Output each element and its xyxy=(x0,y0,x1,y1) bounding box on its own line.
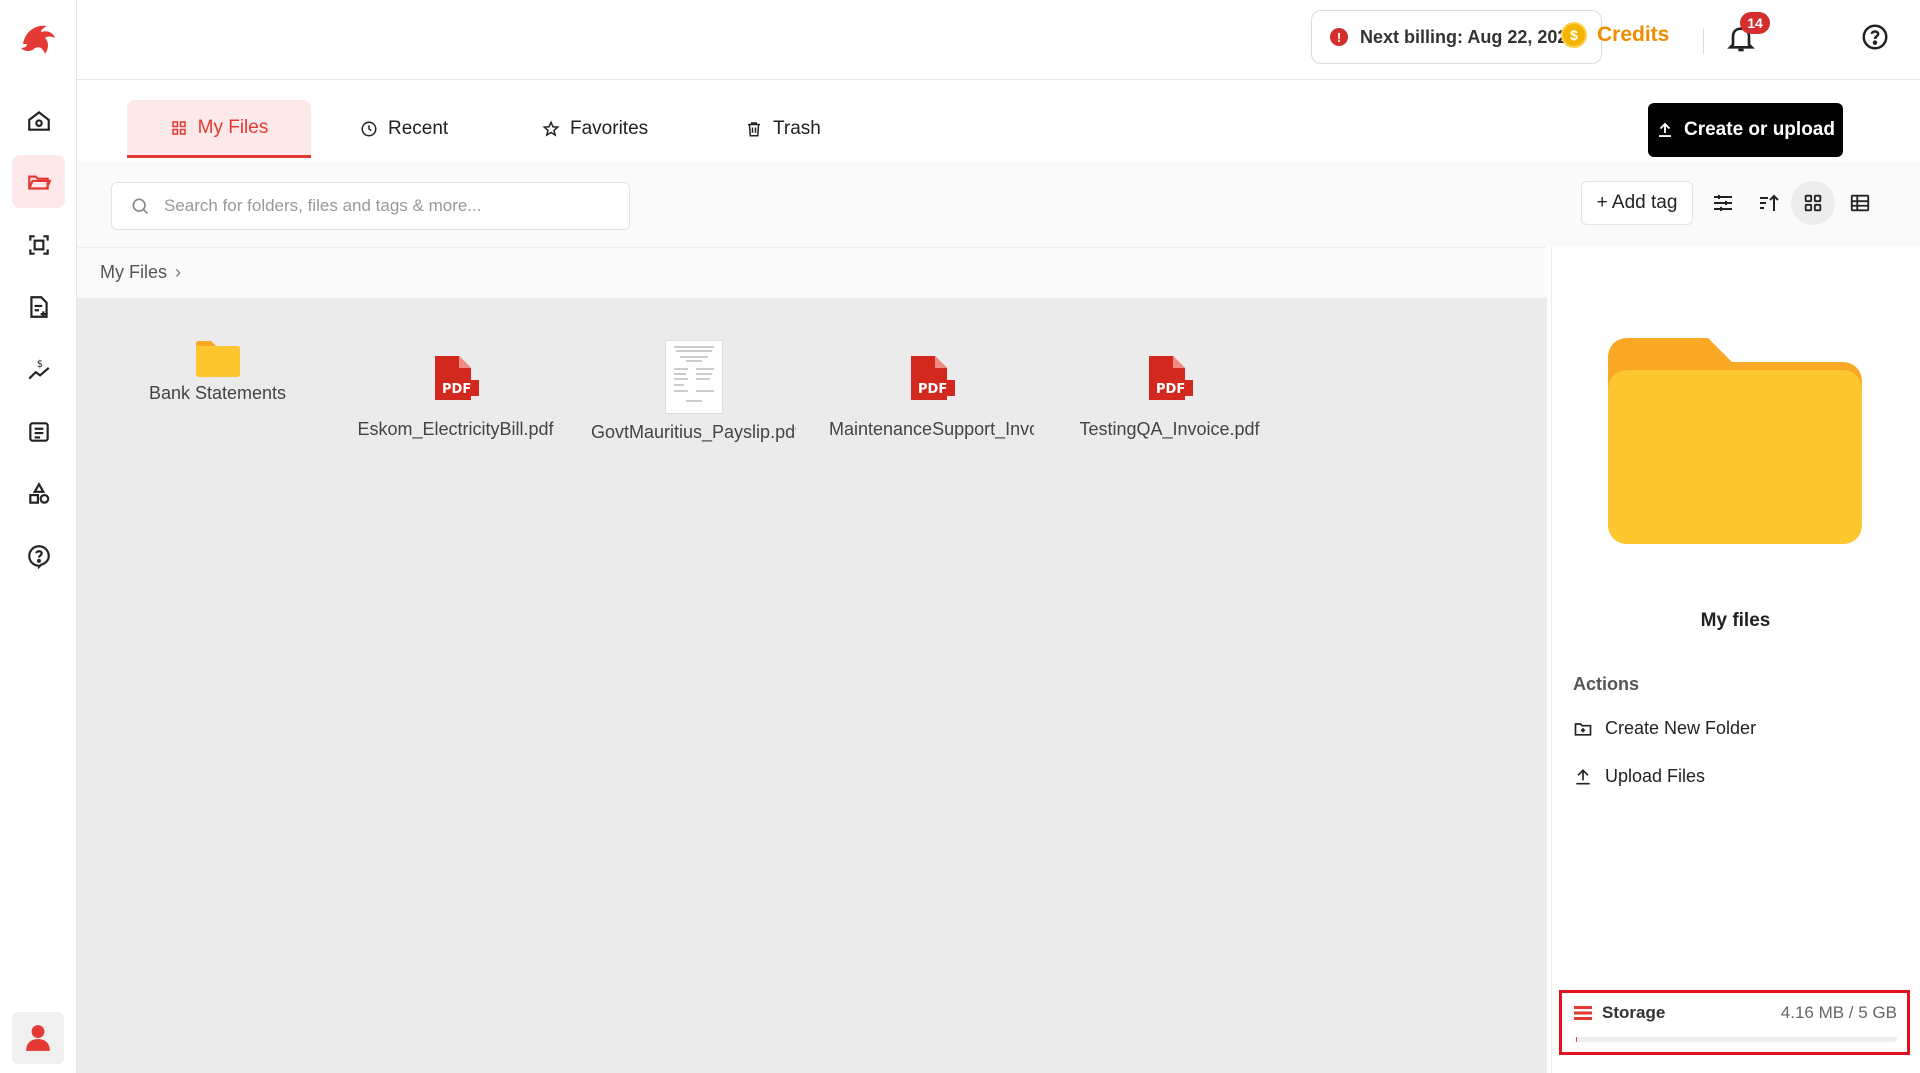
storage-progress-fill xyxy=(1576,1037,1577,1042)
sort-icon[interactable] xyxy=(1752,186,1786,220)
breadcrumb-separator: › xyxy=(175,262,181,282)
billing-notice[interactable]: ! Next billing: Aug 22, 2026 xyxy=(1311,10,1602,64)
file-name: TestingQA_Invoice.pdf xyxy=(1079,419,1260,439)
star-icon xyxy=(542,120,560,137)
file-name: MaintenanceSupport_Invoice.pdf xyxy=(829,419,1034,439)
file-item-pdf[interactable]: PDF MaintenanceSupport_Invoice.pdf xyxy=(829,354,1034,440)
grid-icon xyxy=(171,120,186,135)
nav-document-add-icon[interactable] xyxy=(12,280,65,333)
app-logo-icon[interactable] xyxy=(17,18,59,60)
nav-scan-icon[interactable] xyxy=(12,218,65,271)
storage-label: Storage xyxy=(1602,1003,1666,1022)
nav-files-icon[interactable] xyxy=(12,155,65,208)
breadcrumb-bar xyxy=(77,247,1547,298)
credits-button[interactable]: $ Credits xyxy=(1561,22,1669,48)
create-new-folder-action[interactable]: Create New Folder xyxy=(1573,718,1756,739)
svg-text:PDF: PDF xyxy=(1156,382,1185,397)
file-name: Eskom_ElectricityBill.pdf xyxy=(357,419,554,439)
folder-add-icon xyxy=(1574,722,1592,736)
payslip-preview-icon xyxy=(673,346,714,402)
breadcrumb-my-files[interactable]: My Files xyxy=(100,262,167,283)
folder-icon xyxy=(195,341,240,377)
nav-home-icon[interactable] xyxy=(12,94,65,147)
storage-indicator[interactable]: Storage 4.16 MB / 5 GB xyxy=(1559,990,1910,1055)
file-name: Bank Statements xyxy=(148,383,287,403)
notification-badge: 14 xyxy=(1740,12,1770,34)
file-item-pdf[interactable]: PDF Eskom_ElectricityBill.pdf xyxy=(353,354,558,440)
pdf-icon: PDF xyxy=(910,356,955,400)
coin-icon: $ xyxy=(1561,22,1587,48)
clock-icon xyxy=(361,121,377,137)
alert-icon: ! xyxy=(1330,28,1348,46)
search-box[interactable] xyxy=(111,182,630,230)
large-folder-icon xyxy=(1608,338,1862,544)
help-icon[interactable] xyxy=(1860,22,1890,52)
actions-heading: Actions xyxy=(1573,674,1640,694)
create-or-upload-button[interactable]: Create or upload xyxy=(1648,103,1843,157)
upload-icon xyxy=(1659,122,1671,137)
search-input[interactable] xyxy=(162,195,602,217)
tab-trash[interactable]: Trash xyxy=(723,100,843,158)
header-divider xyxy=(1703,28,1704,54)
left-nav: $ xyxy=(0,0,77,1073)
file-item-pdf[interactable]: PDF TestingQA_Invoice.pdf xyxy=(1067,354,1272,440)
svg-text:PDF: PDF xyxy=(918,382,947,397)
nav-help-icon[interactable] xyxy=(12,529,65,582)
nav-finance-chart-icon[interactable]: $ xyxy=(12,343,65,396)
credits-label: Credits xyxy=(1597,23,1670,46)
upload-icon xyxy=(1576,768,1590,784)
tab-recent[interactable]: Recent xyxy=(338,100,470,158)
file-name: GovtMauritius_Payslip.pdf xyxy=(591,422,796,442)
nav-shapes-icon[interactable] xyxy=(12,467,65,520)
filter-sliders-icon[interactable] xyxy=(1706,186,1740,220)
panel-title: My files xyxy=(1700,610,1771,631)
trash-icon xyxy=(748,122,760,137)
file-item-image[interactable]: GovtMauritius_Payslip.pdf xyxy=(591,340,796,443)
nav-list-icon[interactable] xyxy=(12,405,65,458)
document-thumbnail xyxy=(664,340,723,414)
breadcrumb: My Files › xyxy=(100,262,181,283)
grid-view-icon[interactable] xyxy=(1791,181,1835,225)
storage-list-icon xyxy=(1574,1006,1592,1020)
billing-text: Next billing: Aug 22, 2026 xyxy=(1360,26,1578,47)
svg-text:$: $ xyxy=(36,358,42,369)
upload-files-action[interactable]: Upload Files xyxy=(1573,766,1705,787)
table-view-icon[interactable] xyxy=(1843,186,1877,220)
storage-value: 4.16 MB / 5 GB xyxy=(1780,1003,1897,1022)
tab-favorites[interactable]: Favorites xyxy=(520,100,670,158)
file-item-folder[interactable]: Bank Statements xyxy=(115,340,320,404)
pdf-icon: PDF xyxy=(434,356,479,400)
search-icon xyxy=(132,198,149,215)
storage-progress-bar xyxy=(1576,1037,1897,1042)
svg-text:PDF: PDF xyxy=(442,382,471,397)
add-tag-button[interactable]: + Add tag xyxy=(1581,181,1693,225)
file-grid xyxy=(77,298,1547,1073)
tab-my-files[interactable]: My Files xyxy=(127,100,311,158)
user-avatar-icon[interactable] xyxy=(12,1012,64,1064)
pdf-icon: PDF xyxy=(1148,356,1193,400)
